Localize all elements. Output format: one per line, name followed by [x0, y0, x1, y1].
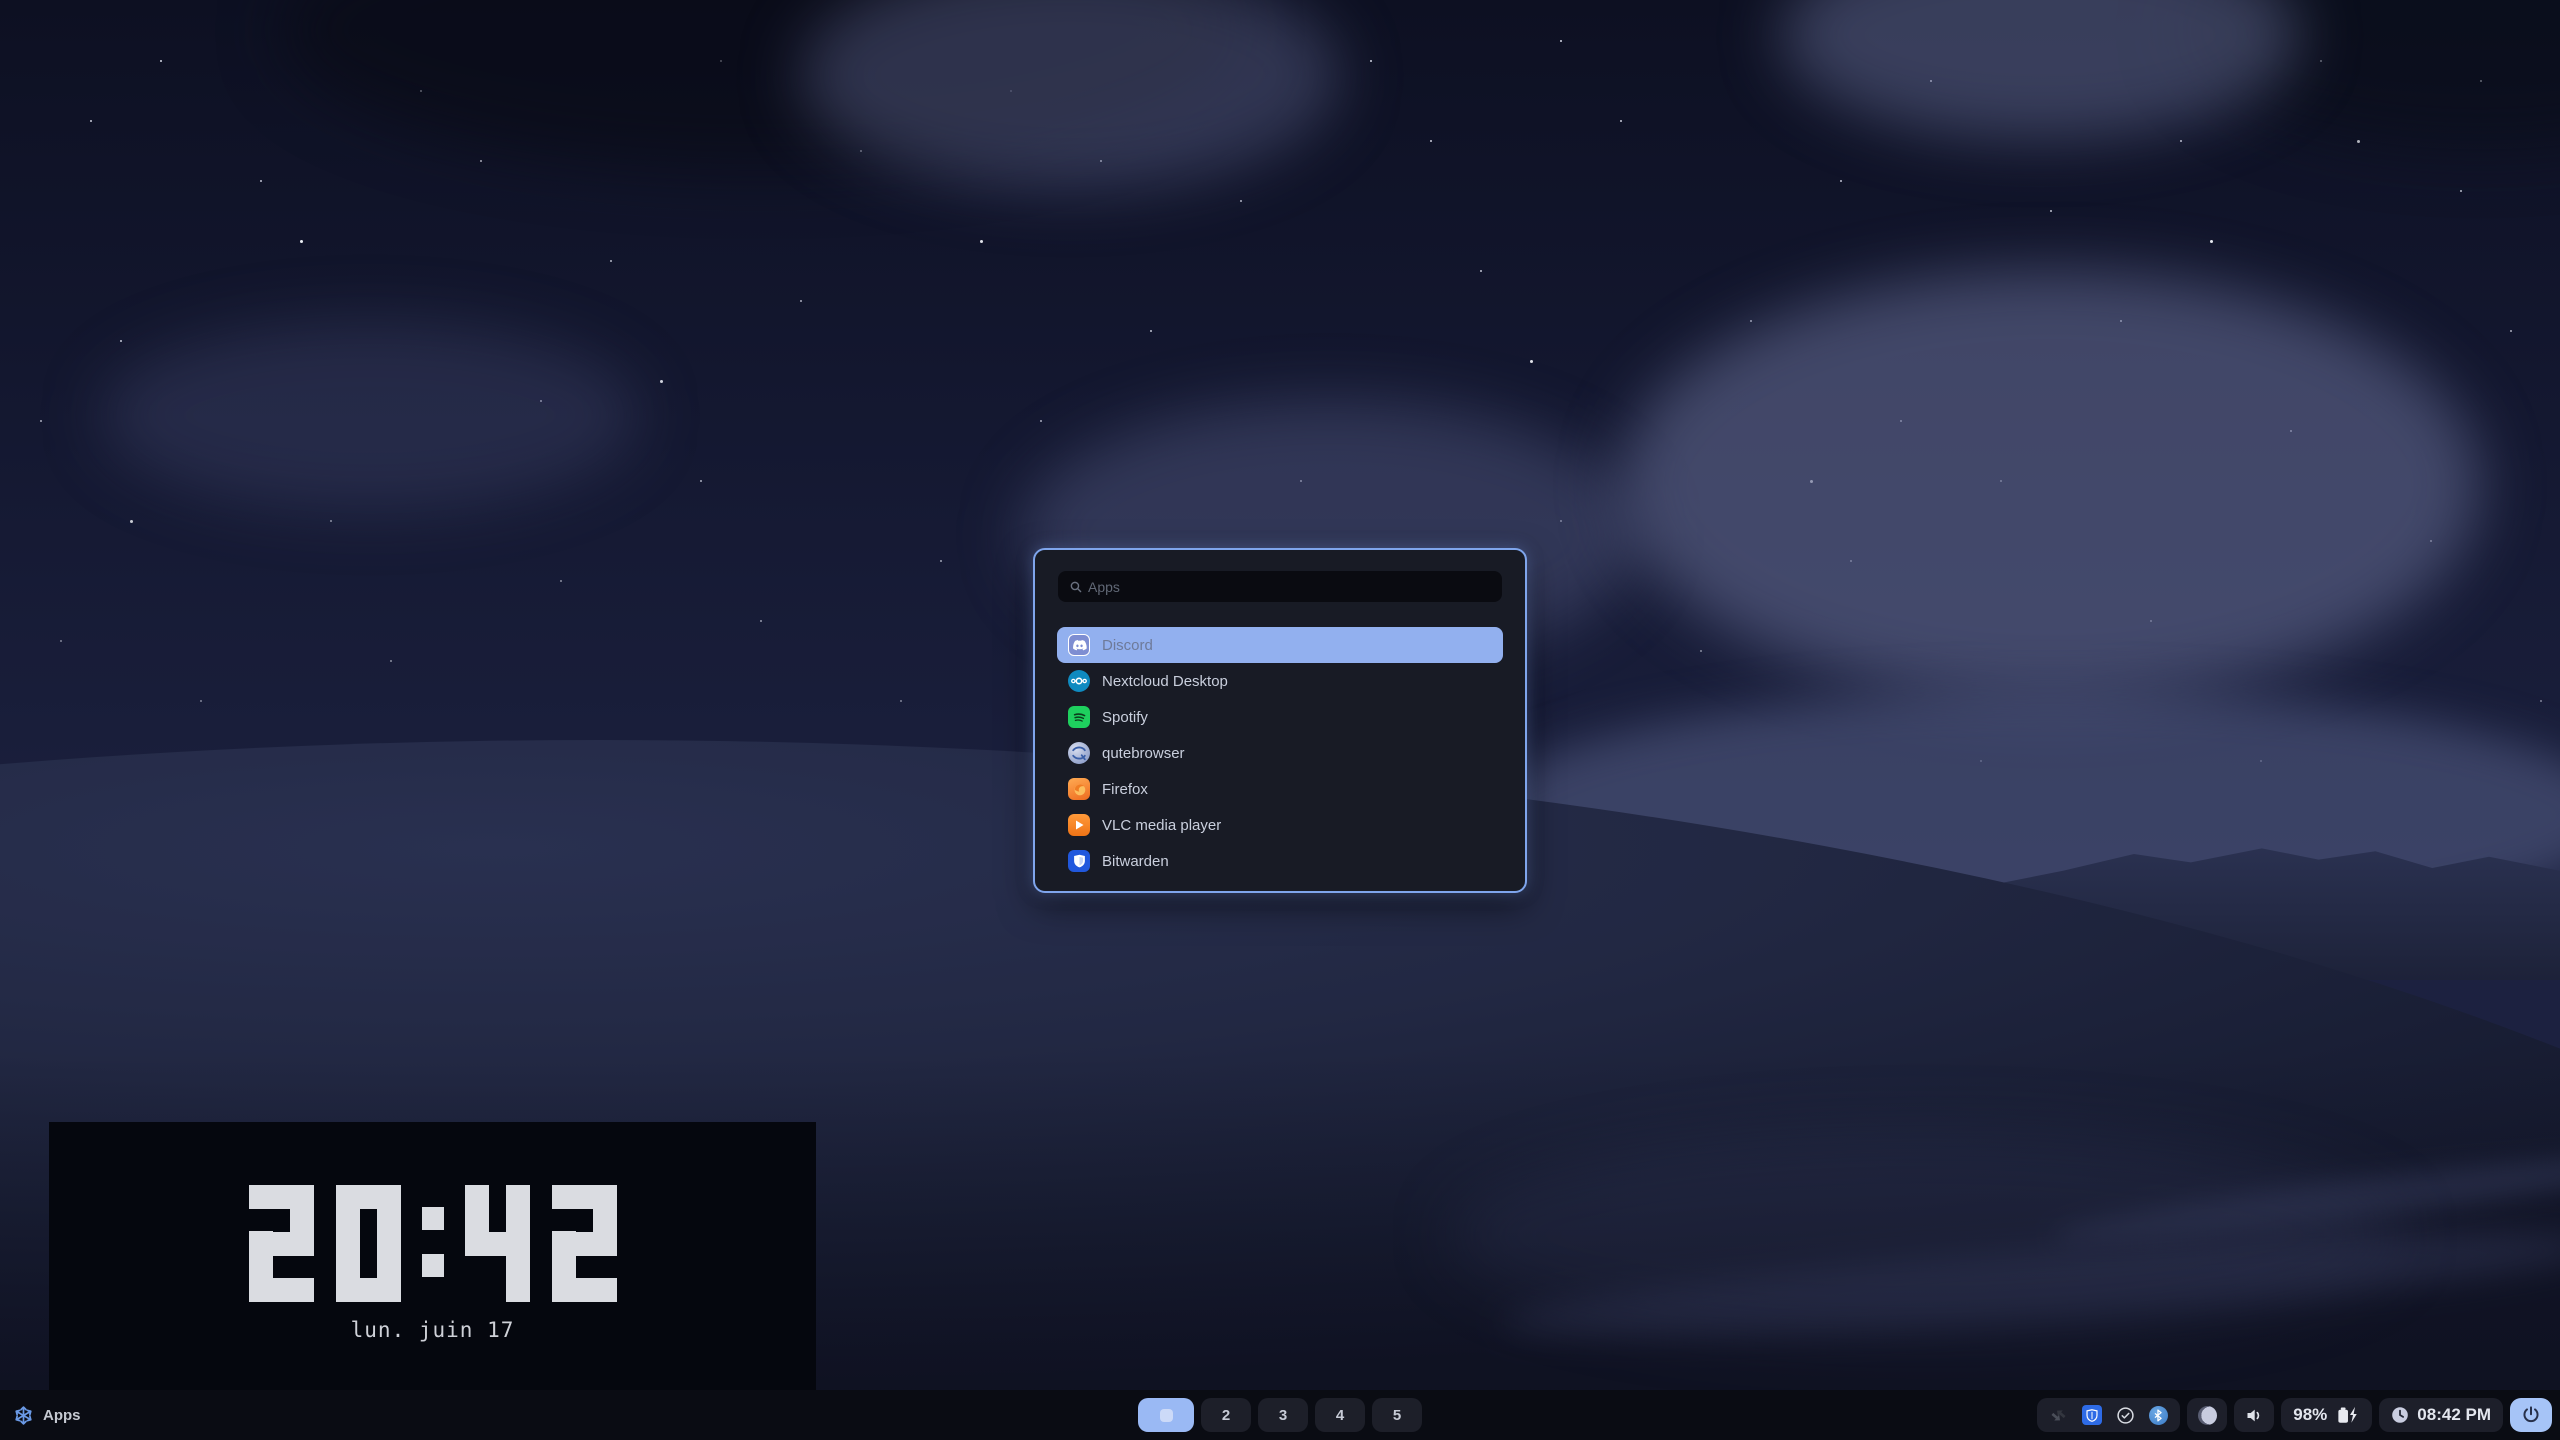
clock-digit	[336, 1185, 401, 1302]
workspace-button-2[interactable]: 2	[1201, 1398, 1251, 1432]
launcher-app-item[interactable]: qutebrowser	[1057, 735, 1503, 771]
firefox-icon	[1068, 778, 1090, 800]
cloud-top-right	[1780, 0, 2300, 140]
launcher-app-item[interactable]: Nextcloud Desktop	[1057, 663, 1503, 699]
power-icon	[2521, 1405, 2541, 1425]
apps-menu-button[interactable]: Apps	[13, 1390, 81, 1440]
qutebrowser-icon	[1068, 742, 1090, 764]
clock-digit	[249, 1185, 314, 1302]
bitwarden-shield-icon	[2082, 1405, 2102, 1425]
clock-widget: lun. juin 17	[49, 1122, 816, 1390]
launcher-app-item[interactable]: Firefox	[1057, 771, 1503, 807]
clock-icon	[2391, 1406, 2409, 1424]
stars-bright-decor	[0, 0, 3, 3]
app-label: Firefox	[1102, 781, 1148, 798]
system-tray: 98% 08:42 PM	[2037, 1398, 2552, 1432]
workspace-button-5[interactable]: 5	[1372, 1398, 1422, 1432]
moon-icon	[2198, 1406, 2217, 1425]
nix-snowflake-icon	[13, 1405, 34, 1426]
tray-status-icons[interactable]	[2037, 1398, 2180, 1432]
battery-charging-icon	[2335, 1405, 2360, 1425]
app-label: Nextcloud Desktop	[1102, 673, 1228, 690]
cloud-big-right	[1620, 270, 2480, 700]
active-workspace-dot	[1160, 1409, 1173, 1422]
launcher-app-item[interactable]: Spotify	[1057, 699, 1503, 735]
search-input[interactable]	[1088, 579, 1491, 595]
apps-menu-label: Apps	[43, 1407, 81, 1424]
launcher-search-box[interactable]	[1058, 571, 1502, 602]
app-label: qutebrowser	[1102, 745, 1185, 762]
night-light-toggle[interactable]	[2187, 1398, 2227, 1432]
digital-clock-time	[49, 1185, 816, 1302]
battery-percent: 98%	[2293, 1405, 2327, 1425]
app-label: Spotify	[1102, 709, 1148, 726]
app-label: VLC media player	[1102, 817, 1221, 834]
desktop: lun. juin 17 Discord Nextcloud Desktop S…	[0, 0, 2560, 1440]
sync-arrows-icon	[2049, 1406, 2068, 1425]
battery-indicator[interactable]: 98%	[2281, 1398, 2372, 1432]
vlc-icon	[1068, 814, 1090, 836]
cloud-left	[100, 320, 640, 510]
launcher-app-item[interactable]: Discord	[1057, 627, 1503, 663]
bluetooth-icon	[2149, 1406, 2168, 1425]
launcher-app-item[interactable]: VLC media player	[1057, 807, 1503, 843]
discord-icon	[1068, 634, 1090, 656]
workspace-button-4[interactable]: 4	[1315, 1398, 1365, 1432]
app-launcher: Discord Nextcloud Desktop Spotify qutebr…	[1033, 548, 1527, 893]
check-circle-icon	[2116, 1406, 2135, 1425]
workspace-switcher: 2 3 4 5	[1138, 1398, 1422, 1432]
spotify-icon	[1068, 706, 1090, 728]
app-label: Bitwarden	[1102, 853, 1169, 870]
clock-indicator[interactable]: 08:42 PM	[2379, 1398, 2503, 1432]
clock-date: lun. juin 17	[49, 1318, 816, 1342]
clock-colon	[422, 1185, 444, 1302]
bitwarden-icon	[1068, 850, 1090, 872]
volume-control[interactable]	[2234, 1398, 2274, 1432]
launcher-app-list: Discord Nextcloud Desktop Spotify qutebr…	[1035, 627, 1525, 879]
volume-icon	[2245, 1407, 2264, 1424]
clock-digit	[552, 1185, 617, 1302]
clock-digit	[465, 1185, 530, 1302]
workspace-button-1[interactable]	[1138, 1398, 1194, 1432]
app-label: Discord	[1102, 637, 1153, 654]
power-button[interactable]	[2510, 1398, 2552, 1432]
search-icon	[1069, 580, 1083, 594]
nextcloud-icon	[1068, 670, 1090, 692]
taskbar: Apps 2 3 4 5 98% 08:42 PM	[0, 1390, 2560, 1440]
workspace-button-3[interactable]: 3	[1258, 1398, 1308, 1432]
launcher-app-item[interactable]: Bitwarden	[1057, 843, 1503, 879]
tray-time: 08:42 PM	[2417, 1405, 2491, 1425]
